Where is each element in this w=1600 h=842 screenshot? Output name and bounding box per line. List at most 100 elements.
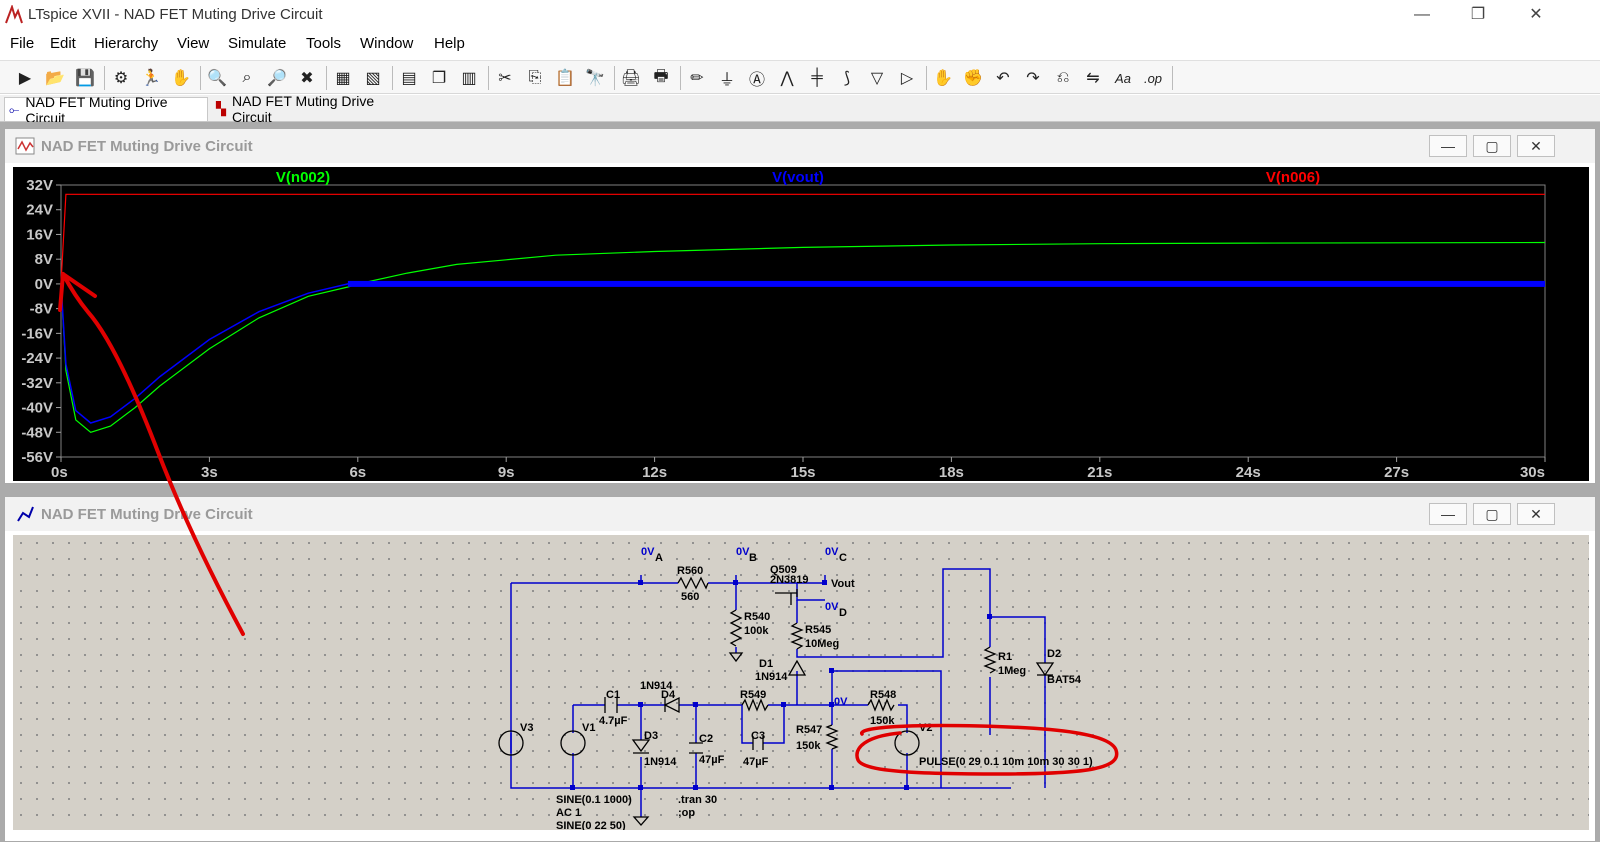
v1-ac-text: AC 1 bbox=[556, 807, 581, 819]
x-tick-label: 0s bbox=[51, 464, 68, 481]
paste-icon[interactable]: 📋 bbox=[552, 65, 578, 91]
toolbar: ▶ 📂 💾 ⚙ 🏃 ✋ 🔍 ⌕ 🔎 ✖ ▦ ▧ ▤ ❐ ▥ ✂ ⎘ 📋 🔭 🖨 🖶 ✏ ⏚ Ⓐ ⋀ ╪ ⟆ ▽ ▷ ✋ ✊ ↶ ↷ ⎌ ⇋ Aa .op bbox=[0, 60, 1600, 94]
redo-icon[interactable]: ↷ bbox=[1020, 65, 1046, 91]
cascade-icon[interactable]: ❐ bbox=[426, 65, 452, 91]
tran-directive[interactable]: .tran 30 bbox=[678, 794, 717, 806]
run-icon[interactable]: ▶ bbox=[12, 65, 38, 91]
maximize-button[interactable]: ❐ bbox=[1458, 4, 1498, 26]
move-icon[interactable]: ✋ bbox=[930, 65, 956, 91]
autorange-icon[interactable]: ▦ bbox=[330, 65, 356, 91]
waveform-maximize-button[interactable]: ▢ bbox=[1473, 135, 1511, 157]
inductor-icon[interactable]: ⟆ bbox=[834, 65, 860, 91]
schematic-minimize-button[interactable]: — bbox=[1429, 503, 1467, 525]
waveform-window[interactable]: NAD FET Muting Drive Circuit — ▢ ✕ 32V 24… bbox=[4, 128, 1596, 484]
mark-unref-icon[interactable]: ▧ bbox=[360, 65, 386, 91]
schematic-window[interactable]: NAD FET Muting Drive Circuit — ▢ ✕ 0V A … bbox=[4, 496, 1596, 842]
component-icon[interactable]: ▷ bbox=[894, 65, 920, 91]
zoom-full-icon[interactable]: ⌕ bbox=[234, 65, 260, 91]
control-panel-icon[interactable]: ⚙ bbox=[108, 65, 134, 91]
v2-ref: V2 bbox=[919, 722, 932, 734]
zoom-out-icon[interactable]: 🔎 bbox=[264, 65, 290, 91]
y-tick-label: 24V bbox=[26, 202, 53, 219]
y-tick-label: 0V bbox=[35, 276, 53, 293]
cut-icon[interactable]: ✂ bbox=[492, 65, 518, 91]
mirror-icon[interactable]: ⇋ bbox=[1080, 65, 1106, 91]
toolbar-separator bbox=[488, 66, 489, 90]
toolbar-separator bbox=[1172, 66, 1173, 90]
legend-vn002[interactable]: V(n002) bbox=[276, 169, 330, 186]
undo-icon[interactable]: ↶ bbox=[990, 65, 1016, 91]
x-tick-label: 24s bbox=[1236, 464, 1261, 481]
r540-value: 100k bbox=[744, 625, 769, 637]
drag-icon[interactable]: ✊ bbox=[960, 65, 986, 91]
trace-vout-oscillation-band bbox=[347, 280, 1545, 287]
waveform-window-titlebar[interactable]: NAD FET Muting Drive Circuit — ▢ ✕ bbox=[5, 129, 1595, 163]
run-simulation-icon[interactable]: 🏃 bbox=[138, 65, 164, 91]
title-bar: LTspice XVII - NAD FET Muting Drive Circ… bbox=[0, 0, 1600, 30]
tile-horizontal-icon[interactable]: ▤ bbox=[396, 65, 422, 91]
voltage-source-icon bbox=[560, 730, 586, 756]
x-tick-label: 30s bbox=[1520, 464, 1545, 481]
waveform-close-button[interactable]: ✕ bbox=[1517, 135, 1555, 157]
halt-icon[interactable]: ✋ bbox=[168, 65, 194, 91]
tab-waveform[interactable]: ▚ NAD FET Muting Drive Circuit bbox=[212, 93, 416, 125]
c2-value: 47µF bbox=[699, 754, 725, 766]
menu-help[interactable]: Help bbox=[434, 35, 465, 52]
y-tick-label: -56V bbox=[21, 449, 53, 466]
schematic-maximize-button[interactable]: ▢ bbox=[1473, 503, 1511, 525]
label-net-icon[interactable]: Ⓐ bbox=[744, 65, 770, 91]
legend-vn006[interactable]: V(n006) bbox=[1266, 169, 1320, 186]
text-icon[interactable]: Aa bbox=[1110, 65, 1136, 91]
d1-value: 1N914 bbox=[755, 671, 788, 683]
schematic-close-button[interactable]: ✕ bbox=[1517, 503, 1555, 525]
menu-file[interactable]: File bbox=[10, 35, 34, 52]
waveform-plot[interactable]: 32V 24V 16V 8V 0V -8V -16V -24V -32V -40V -48V -56V… bbox=[13, 167, 1589, 481]
spice-directive-icon[interactable]: .op bbox=[1140, 65, 1166, 91]
waveform-minimize-button[interactable]: — bbox=[1429, 135, 1467, 157]
rotate-icon[interactable]: ⎌ bbox=[1050, 65, 1076, 91]
circuit-diagram[interactable]: 0V A 0V B 0V C 0V D 0V Vout R560 560 Q50… bbox=[13, 535, 1589, 830]
find-icon[interactable]: 🔭 bbox=[582, 65, 608, 91]
node-d-voltage: 0V bbox=[825, 601, 839, 613]
capacitor-icon[interactable]: ╪ bbox=[804, 65, 830, 91]
d3-value: 1N914 bbox=[644, 756, 677, 768]
zoom-in-icon[interactable]: 🔍 bbox=[204, 65, 230, 91]
y-tick-label: -8V bbox=[30, 301, 53, 318]
tab-schematic[interactable]: ⟜ NAD FET Muting Drive Circuit bbox=[4, 94, 208, 126]
tile-vertical-icon[interactable]: ▥ bbox=[456, 65, 482, 91]
print-setup-icon[interactable]: 🖶 bbox=[648, 65, 674, 91]
ground-icon[interactable]: ⏚ bbox=[714, 65, 740, 91]
menu-tools[interactable]: Tools bbox=[306, 35, 341, 52]
save-icon[interactable]: 💾 bbox=[72, 65, 98, 91]
r545-ref: R545 bbox=[805, 624, 831, 636]
copy-icon[interactable]: ⎘ bbox=[522, 65, 548, 91]
draw-wire-icon[interactable]: ✏ bbox=[684, 65, 710, 91]
wires bbox=[510, 568, 1046, 817]
zoom-cancel-icon[interactable]: ✖ bbox=[294, 65, 320, 91]
menu-view[interactable]: View bbox=[177, 35, 209, 52]
v3-sine-text: SINE(0 22 50) bbox=[556, 820, 626, 830]
node-b-voltage: 0V bbox=[736, 546, 750, 558]
close-button[interactable]: ✕ bbox=[1516, 4, 1556, 26]
schematic-window-titlebar[interactable]: NAD FET Muting Drive Circuit — ▢ ✕ bbox=[5, 497, 1595, 531]
menu-window[interactable]: Window bbox=[360, 35, 413, 52]
menu-edit[interactable]: Edit bbox=[50, 35, 76, 52]
print-icon[interactable]: 🖨 bbox=[618, 65, 644, 91]
legend-vvout[interactable]: V(vout) bbox=[772, 169, 824, 186]
diode-icon[interactable]: ▽ bbox=[864, 65, 890, 91]
r1-value: 1Meg bbox=[998, 665, 1026, 677]
schematic-icon: ⟜ bbox=[9, 101, 20, 117]
menu-simulate[interactable]: Simulate bbox=[228, 35, 286, 52]
menu-hierarchy[interactable]: Hierarchy bbox=[94, 35, 158, 52]
resistor-icon[interactable]: ⋀ bbox=[774, 65, 800, 91]
y-tick-label: 16V bbox=[26, 226, 53, 243]
minimize-button[interactable]: — bbox=[1402, 4, 1442, 26]
resistor-icon bbox=[983, 646, 997, 674]
schematic-canvas[interactable]: 0V A 0V B 0V C 0V D 0V Vout R560 560 Q50… bbox=[13, 535, 1589, 830]
resistor-icon bbox=[677, 576, 709, 590]
open-icon[interactable]: 📂 bbox=[42, 65, 68, 91]
node-b-label: B bbox=[749, 552, 757, 564]
op-comment[interactable]: ;op bbox=[678, 807, 695, 819]
y-tick-label: -24V bbox=[21, 350, 53, 367]
y-tick-label: -32V bbox=[21, 375, 53, 392]
